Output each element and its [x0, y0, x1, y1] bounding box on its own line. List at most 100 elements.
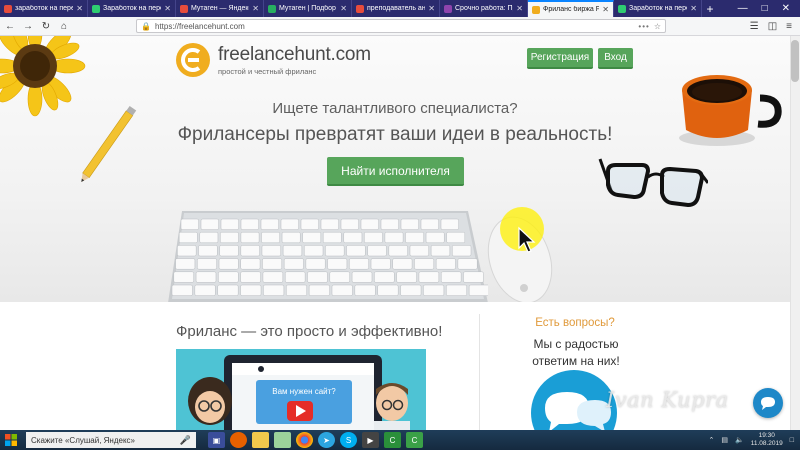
- keyboard-key: [440, 218, 459, 230]
- new-tab-button[interactable]: +: [702, 0, 718, 17]
- keyboard-key: [218, 258, 239, 270]
- tab-favicon-icon: [180, 4, 188, 13]
- keyboard-key: [240, 218, 259, 230]
- keyboard-key: [302, 231, 322, 244]
- reload-icon[interactable]: ↻: [40, 20, 52, 32]
- browser-tab-strip: заработок на перев...✕Заработок на перев…: [0, 0, 800, 17]
- file-explorer-icon[interactable]: [252, 432, 269, 448]
- keyboard-key: [175, 258, 196, 270]
- search-prompt: Скажите «Слушай, Яндекс»: [31, 435, 135, 445]
- keyboard-key: [418, 271, 440, 283]
- window-controls: — □ ✕: [738, 0, 800, 17]
- close-window-icon[interactable]: ✕: [782, 3, 790, 14]
- register-button[interactable]: Регистрация: [527, 48, 593, 69]
- chrome-icon[interactable]: [296, 432, 313, 448]
- microphone-icon[interactable]: 🎤: [180, 435, 191, 446]
- questions-subtitle: Мы с радостью ответим на них!: [532, 337, 620, 368]
- keyboard-key: [360, 218, 379, 230]
- find-freelancer-button[interactable]: Найти исполнителя: [327, 157, 464, 186]
- library-icon[interactable]: ☰: [750, 21, 759, 32]
- browser-tab[interactable]: Срочно работа: Про...✕: [440, 0, 528, 17]
- page-scrollbar[interactable]: [790, 36, 800, 430]
- site-logo[interactable]: freelancehunt.com простой и честный фрил…: [175, 42, 371, 78]
- column-divider: [479, 314, 480, 430]
- tab-favicon-icon: [356, 4, 364, 13]
- keyboard-key: [354, 284, 376, 296]
- taskbar-search[interactable]: Скажите «Слушай, Яндекс» 🎤: [26, 432, 196, 448]
- firefox-icon[interactable]: [230, 432, 247, 448]
- keyboard-key: [263, 284, 285, 296]
- content-section: Фриланс — это просто и эффективно! Вам н…: [0, 302, 790, 450]
- recorder-icon[interactable]: C: [406, 432, 423, 448]
- tab-close-icon[interactable]: ✕: [602, 5, 609, 14]
- browser-tab[interactable]: Заработок на перев...✕: [614, 0, 702, 17]
- url-text[interactable]: https://freelancehunt.com: [155, 22, 634, 31]
- keyboard-key: [180, 218, 199, 230]
- camtasia-icon[interactable]: C: [384, 432, 401, 448]
- network-icon[interactable]: ▤: [721, 436, 728, 444]
- toolbar-right: ☰ ◫ ≡: [750, 21, 796, 32]
- keyboard-key: [329, 271, 350, 283]
- tab-close-icon[interactable]: ✕: [252, 4, 259, 13]
- promo-video[interactable]: Вам нужен сайт?: [176, 349, 426, 430]
- forward-icon[interactable]: →: [22, 20, 34, 32]
- questions-title: Есть вопросы?: [535, 317, 615, 329]
- keyboard-key: [262, 271, 284, 283]
- video-caption: Вам нужен сайт?: [272, 387, 336, 396]
- logo-name: freelancehunt.com: [218, 44, 371, 65]
- address-bar[interactable]: 🔒 https://freelancehunt.com ••• ☆: [136, 19, 666, 33]
- page-actions-icon[interactable]: •••: [638, 22, 649, 31]
- tab-title: Заработок на перево...: [103, 5, 161, 12]
- notepad-icon[interactable]: [274, 432, 291, 448]
- coffee-cup-image: [679, 75, 782, 146]
- volume-icon[interactable]: 🔈: [735, 436, 744, 444]
- tab-close-icon[interactable]: ✕: [76, 4, 83, 13]
- tab-close-icon[interactable]: ✕: [340, 4, 347, 13]
- login-button[interactable]: Вход: [598, 48, 633, 69]
- tab-close-icon[interactable]: ✕: [690, 4, 697, 13]
- tab-close-icon[interactable]: ✕: [428, 4, 435, 13]
- task-view-icon[interactable]: ▣: [208, 432, 225, 448]
- notifications-icon[interactable]: □: [790, 437, 794, 444]
- tray-arrow-icon[interactable]: ⌃: [708, 436, 714, 444]
- start-button[interactable]: [0, 430, 22, 450]
- browser-tab[interactable]: Мутаген | Подбор кл...✕: [264, 0, 352, 17]
- scrollbar-thumb[interactable]: [791, 40, 799, 82]
- keyboard-key: [194, 284, 216, 296]
- keyboard-key: [396, 271, 417, 283]
- keyboard-key: [414, 258, 435, 270]
- browser-tab[interactable]: Заработок на перево...✕: [88, 0, 176, 17]
- keyboard-key: [220, 218, 239, 230]
- chat-widget-button[interactable]: [753, 388, 783, 418]
- sidebar-icon[interactable]: ◫: [768, 21, 777, 32]
- tab-close-icon[interactable]: ✕: [164, 4, 171, 13]
- keyboard-key: [452, 245, 472, 257]
- menu-icon[interactable]: ≡: [786, 21, 792, 32]
- back-icon[interactable]: ←: [4, 20, 16, 32]
- keyboard-key: [195, 271, 217, 283]
- tab-title: Срочно работа: Про...: [455, 5, 513, 12]
- browser-tab[interactable]: заработок на перев...✕: [0, 0, 88, 17]
- browser-tab[interactable]: преподаватель англ...✕: [352, 0, 440, 17]
- tab-title: Мутаген | Подбор кл...: [279, 5, 337, 12]
- skype-icon[interactable]: S: [340, 432, 357, 448]
- taskbar-clock[interactable]: 19:30 11.08.2019: [751, 432, 783, 448]
- tab-list: заработок на перев...✕Заработок на перев…: [0, 0, 702, 17]
- home-icon[interactable]: ⌂: [58, 20, 70, 32]
- telegram-icon[interactable]: ➤: [318, 432, 335, 448]
- minimize-icon[interactable]: —: [738, 3, 748, 14]
- keyboard-key: [340, 218, 359, 230]
- keyboard-key: [262, 258, 283, 270]
- tab-active[interactable]: Фриланс биржа Free...✕: [528, 0, 614, 17]
- browser-tab[interactable]: Мутаген — Яндекс: н...✕: [176, 0, 264, 17]
- keyboard-key: [325, 245, 345, 257]
- maximize-icon[interactable]: □: [762, 3, 768, 14]
- keyboard-image: [168, 211, 488, 302]
- bookmark-star-icon[interactable]: ☆: [654, 22, 661, 31]
- clock-time: 19:30: [758, 432, 775, 439]
- keyboard-key: [388, 245, 408, 257]
- media-player-icon[interactable]: ▶: [362, 432, 379, 448]
- tab-title: Фриланс биржа Free...: [543, 6, 599, 13]
- tab-close-icon[interactable]: ✕: [516, 4, 523, 13]
- keyboard-key: [240, 258, 261, 270]
